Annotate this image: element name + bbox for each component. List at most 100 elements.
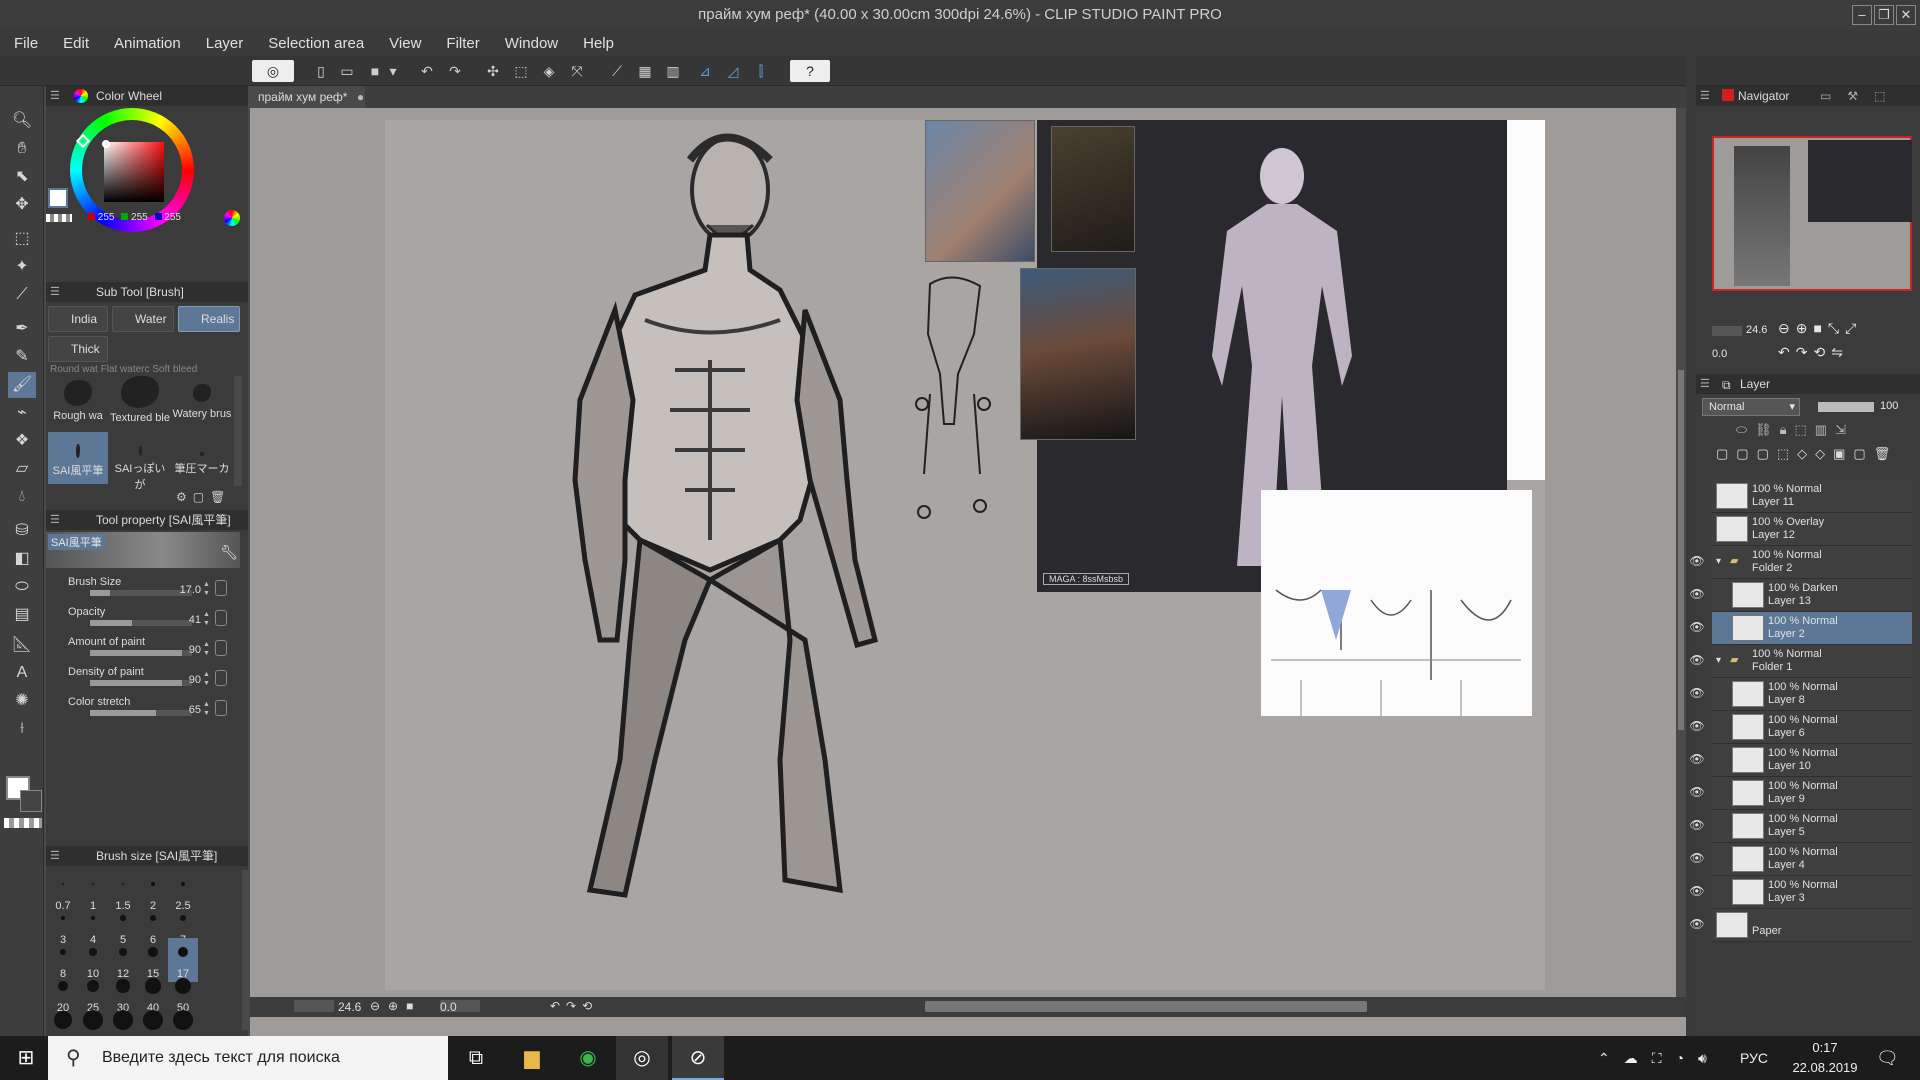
visibility-eye-icon[interactable]: 👁︎	[1688, 917, 1706, 933]
fill-tool-icon[interactable]: ⛁	[8, 518, 36, 544]
layer-row[interactable]: 👁︎ 100 % Normal Layer 9	[1689, 777, 1912, 810]
brush-settings-icon[interactable]: 🔧︎	[220, 544, 238, 561]
property-value[interactable]: 65	[189, 704, 201, 716]
subtool-actions[interactable]: ⚙▢🗑︎	[176, 490, 236, 506]
windows-start-icon[interactable]: ⊞	[0, 1036, 52, 1080]
notifications-icon[interactable]: 🗨︎	[1876, 1036, 1899, 1080]
layer-folder-row[interactable]: 👁︎ ▾ ▰ 100 % Normal Folder 1	[1689, 645, 1912, 678]
open-file-icon[interactable]: ▭	[336, 60, 358, 82]
navigator-preview[interactable]	[1712, 136, 1912, 291]
selection-tool-icon[interactable]: ⬚	[8, 226, 36, 252]
panel-menu-icon[interactable]: ☰	[50, 89, 64, 103]
property-value[interactable]: 90	[189, 674, 201, 686]
visibility-eye-icon[interactable]: 👁︎	[1688, 653, 1706, 669]
current-color-swatch[interactable]	[48, 188, 68, 208]
transform-icon[interactable]: ⤧	[566, 60, 588, 82]
layer-header[interactable]: ☰ ⧉ Layer	[1696, 374, 1920, 394]
menu-window[interactable]: Window	[505, 35, 558, 52]
eraser-icon[interactable]: ▱	[8, 456, 36, 482]
minimize-button[interactable]: –	[1852, 5, 1872, 25]
subtool-tab-realis[interactable]: Realis	[178, 306, 240, 332]
menu-filter[interactable]: Filter	[446, 35, 479, 52]
taskbar-clock[interactable]: 0:17 22.08.2019	[1790, 1038, 1860, 1078]
correct-line-icon[interactable]: ⟊	[8, 716, 36, 742]
brush-watery[interactable]: Watery brus	[172, 376, 232, 428]
snap-to-grid-icon[interactable]: ⫿	[750, 60, 772, 82]
layer-folder-row[interactable]: 👁︎ ▾ ▰ 100 % Normal Folder 2	[1689, 546, 1912, 579]
property-slider[interactable]	[90, 590, 192, 596]
maximize-button[interactable]: ❐	[1874, 5, 1894, 25]
sub-tool-header[interactable]: ☰ Sub Tool [Brush]	[46, 282, 248, 302]
horizontal-scroll-thumb[interactable]	[925, 1001, 1367, 1012]
layer-opacity-slider[interactable]	[1818, 402, 1874, 412]
layer-row[interactable]: 100 % Normal Layer 11	[1712, 480, 1912, 513]
menu-view[interactable]: View	[389, 35, 421, 52]
layer-row[interactable]: 👁︎ 100 % Normal Layer 4	[1689, 843, 1912, 876]
save-icon[interactable]: ■	[364, 60, 386, 82]
zoom-slider[interactable]	[294, 1000, 334, 1012]
layer-row[interactable]: 100 % Overlay Layer 12	[1712, 513, 1912, 546]
snap-to-special-ruler-icon[interactable]: ◿	[722, 60, 744, 82]
visibility-eye-icon[interactable]: 👁︎	[1688, 686, 1706, 702]
rotation-buttons[interactable]: ↶↷⟲	[550, 999, 598, 1013]
brush-pressure-marker[interactable]: 筆圧マーカ	[172, 432, 232, 484]
pressure-toggle-icon[interactable]	[215, 580, 227, 596]
pressure-toggle-icon[interactable]	[215, 670, 227, 686]
folder-expand-icon[interactable]: ▾	[1716, 655, 1721, 666]
visibility-eye-icon[interactable]: 👁︎	[1688, 785, 1706, 801]
property-slider[interactable]	[90, 680, 192, 686]
frame-border-icon[interactable]: ▤	[8, 602, 36, 628]
auto-select-icon[interactable]: ✦	[8, 254, 36, 280]
menu-layer[interactable]: Layer	[206, 35, 244, 52]
zoom-tool-icon[interactable]: 🔍︎	[8, 108, 36, 134]
menu-help[interactable]: Help	[583, 35, 614, 52]
help-icon[interactable]: ?	[790, 60, 830, 82]
sub-color-swatch[interactable]	[20, 790, 42, 812]
clip-studio-icon[interactable]: ◎	[252, 60, 294, 82]
property-slider[interactable]	[90, 710, 192, 716]
deselect-icon[interactable]: ⬚	[510, 60, 532, 82]
airbrush-icon[interactable]: ⌁	[8, 400, 36, 426]
stepper-icon[interactable]: ▲ ▼	[203, 640, 213, 658]
snap-to-ruler-icon[interactable]: ⊿	[694, 60, 716, 82]
visibility-eye-icon[interactable]	[1688, 521, 1706, 537]
close-tab-icon[interactable]: ●	[357, 90, 364, 104]
subtool-tab-thick[interactable]: Thick	[48, 336, 108, 362]
clear-icon[interactable]: ✣	[482, 60, 504, 82]
tool-property-row[interactable]: Brush Size 17.0 ▲ ▼	[46, 574, 241, 604]
snap-grid-icon[interactable]: ▦	[634, 60, 656, 82]
transparent-color-swatch[interactable]	[4, 818, 42, 828]
property-slider[interactable]	[90, 620, 192, 626]
brush-size-header[interactable]: ☰ Brush size [SAI風平筆]	[46, 846, 248, 866]
transparent-swatch[interactable]	[46, 214, 72, 222]
blend-tool-icon[interactable]: 💧︎	[8, 484, 36, 510]
visibility-eye-icon[interactable]: 👁︎	[1688, 587, 1706, 603]
layer-action-buttons[interactable]: ▢▢▢⬚◇◇▣▢🗑︎	[1716, 446, 1898, 462]
subtool-scrollbar[interactable]	[234, 376, 242, 486]
navigator-zoom-buttons[interactable]: ⊖⊕■⤡⤢	[1778, 320, 1862, 337]
layer-row[interactable]: 👁︎ 100 % Normal Layer 2	[1689, 612, 1912, 645]
panel-menu-icon[interactable]: ☰	[50, 849, 64, 863]
tool-property-row[interactable]: Density of paint 90 ▲ ▼	[46, 664, 241, 694]
layer-row[interactable]: 👁︎ 100 % Normal Layer 5	[1689, 810, 1912, 843]
navigator-rotate-buttons[interactable]: ↶↷⟲⇋	[1778, 344, 1849, 361]
visibility-eye-icon[interactable]: 👁︎	[1688, 752, 1706, 768]
close-button[interactable]: ✕	[1896, 5, 1916, 25]
taskbar-search-input[interactable]: ⚲ Введите здесь текст для поиска	[48, 1036, 448, 1080]
stepper-icon[interactable]: ▲ ▼	[203, 700, 213, 718]
visibility-eye-icon[interactable]: 👁︎	[1688, 719, 1706, 735]
clip-studio-launcher-icon[interactable]: ◎	[616, 1036, 668, 1080]
save-dropdown-icon[interactable]: ▾	[386, 60, 400, 82]
layer-row[interactable]: 👁︎ 100 % Normal Layer 6	[1689, 711, 1912, 744]
ruler-icon[interactable]: 📐︎	[8, 632, 36, 658]
visibility-eye-icon[interactable]	[1688, 488, 1706, 504]
visibility-eye-icon[interactable]: 👁︎	[1688, 620, 1706, 636]
file-explorer-icon[interactable]: ▆	[506, 1036, 558, 1080]
brush-sai-flat[interactable]: SAI風平筆	[48, 432, 108, 484]
property-value[interactable]: 41	[189, 614, 201, 626]
pressure-toggle-icon[interactable]	[215, 610, 227, 626]
subtool-tab-india[interactable]: India	[48, 306, 108, 332]
pencil-tool-icon[interactable]: ✎	[8, 344, 36, 370]
decoration-icon[interactable]: ❖	[8, 428, 36, 454]
brush-tool-icon[interactable]: 🖌︎	[8, 372, 36, 398]
